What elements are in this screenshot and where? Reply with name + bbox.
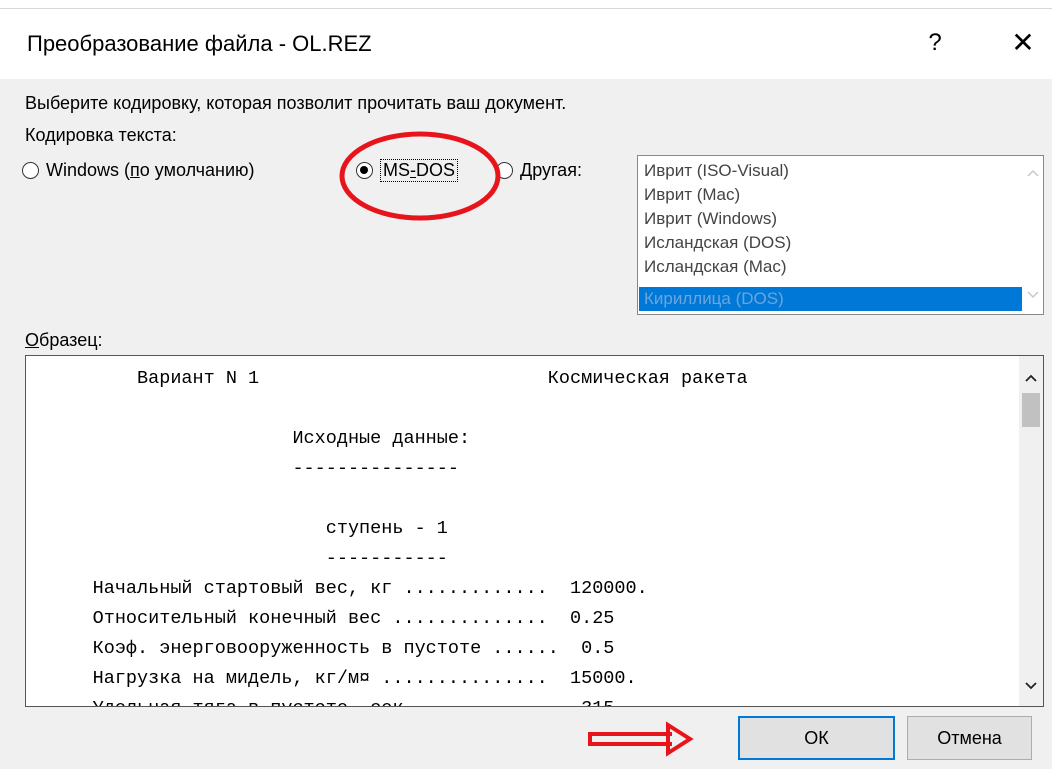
cancel-button[interactable]: Отмена — [907, 716, 1032, 760]
encoding-list-item[interactable]: Исландская (Mac) — [644, 255, 787, 279]
radio-windows-label: Windows (по умолчанию) — [46, 159, 255, 180]
radio-msdos[interactable]: MS-DOS — [356, 157, 459, 183]
encoding-list-item[interactable]: Иврит (Mac) — [644, 183, 740, 207]
sample-scrollbar[interactable] — [1019, 356, 1043, 706]
sample-line: Коэф. энерговооруженность в пустоте ....… — [26, 638, 615, 659]
background-window-strip — [0, 0, 1052, 9]
radio-other[interactable]: Другая: — [496, 157, 582, 183]
sample-line: Вариант N 1 Космическая ракета — [26, 368, 748, 389]
radio-circle-icon — [496, 161, 513, 179]
listbox-scrollbar[interactable] — [1023, 156, 1043, 314]
scroll-up-arrow-icon — [1027, 169, 1039, 177]
sample-line: Исходные данные: — [26, 428, 471, 449]
encoding-list-item[interactable]: Иврит (ISO-Visual) — [644, 159, 789, 183]
listbox-scroll-arrows — [1027, 169, 1039, 299]
sample-line: ----------- — [26, 548, 448, 569]
window-title: Преобразование файла - OL.REZ — [27, 31, 372, 56]
sample-line: Начальный стартовый вес, кг ............… — [26, 578, 648, 599]
encoding-list-item[interactable]: Иврит (Windows) — [644, 207, 777, 231]
radio-checked-icon — [356, 161, 373, 179]
radio-other-label: Другая: — [520, 159, 582, 180]
scrollbar-thumb[interactable] — [1022, 393, 1040, 427]
scroll-down-arrow-icon — [1027, 291, 1039, 299]
radio-circle-icon — [22, 161, 39, 179]
close-button[interactable]: ✕ — [1003, 23, 1043, 63]
sample-label: Образец: — [25, 330, 103, 350]
help-button[interactable]: ? — [915, 23, 955, 63]
sample-line: Нагрузка на мидель, кг/м¤ ..............… — [26, 668, 637, 689]
sample-line: ступень - 1 — [26, 518, 448, 539]
ok-button[interactable]: ОК — [738, 716, 895, 760]
encoding-listbox[interactable]: Иврит (ISO-Visual) Иврит (Mac) Иврит (Wi… — [637, 155, 1044, 315]
radio-windows[interactable]: Windows (по умолчанию) — [22, 157, 255, 183]
red-arrow-icon — [588, 721, 694, 757]
sample-line: Относительный конечный вес .............… — [26, 608, 615, 629]
sample-preview[interactable]: Вариант N 1 Космическая ракета Исходные … — [25, 355, 1044, 707]
encoding-list-item-selected[interactable]: Кириллица (DOS) — [639, 287, 1022, 311]
sample-line: Удельная тяга в пустоте, сек ...........… — [26, 694, 626, 706]
title-bar: Преобразование файла - OL.REZ ? ✕ — [0, 9, 1052, 79]
sample-line: --------------- — [26, 458, 459, 479]
encoding-list-item[interactable]: Исландская (DOS) — [644, 231, 791, 255]
radio-msdos-label: MS-DOS — [380, 158, 459, 182]
encoding-label: Кодировка текста: — [25, 125, 177, 145]
scroll-down-arrow-icon — [1025, 682, 1037, 690]
instruction-text: Выберите кодировку, которая позволит про… — [25, 93, 567, 113]
scroll-up-arrow-icon — [1025, 374, 1037, 382]
